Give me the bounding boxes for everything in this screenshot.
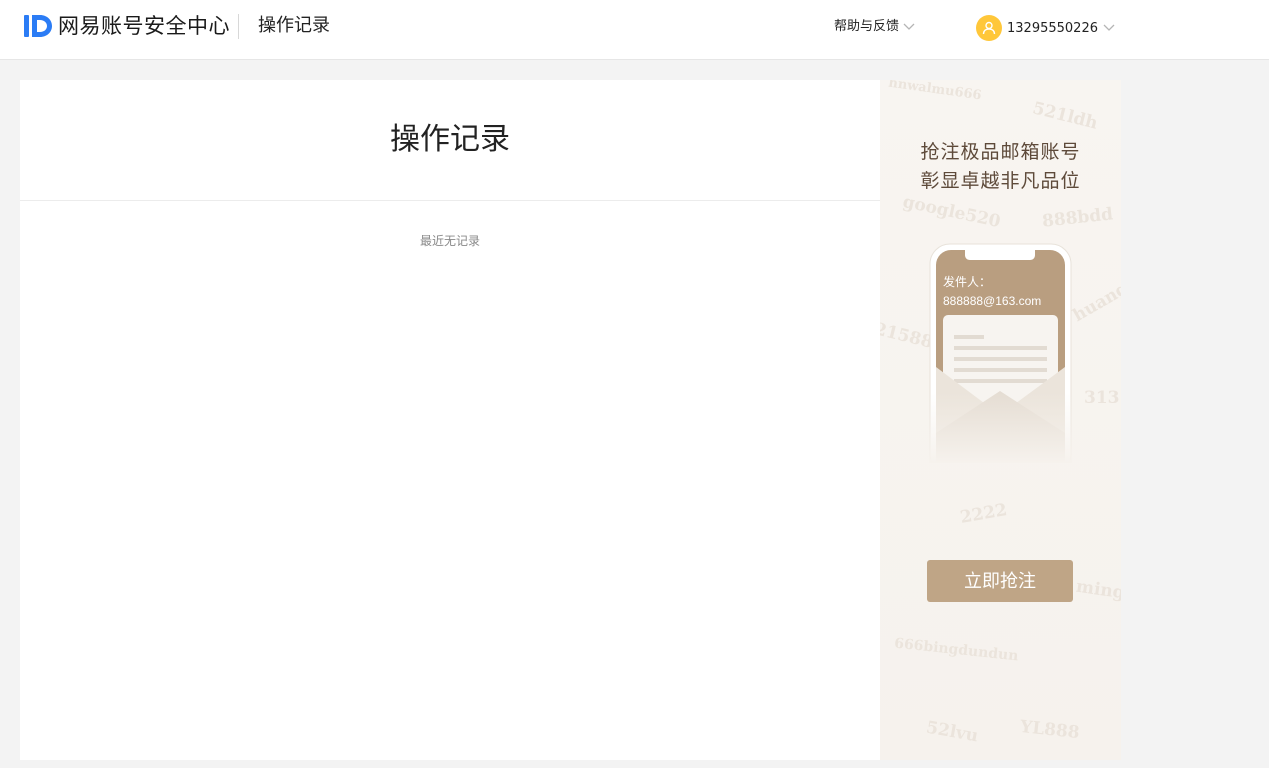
watermark-text: 52lvu [924,717,980,747]
watermark-text: huangs [1069,273,1121,327]
help-feedback-label: 帮助与反馈 [834,19,900,34]
watermark-text: 521ldh [1030,98,1100,134]
card-divider [20,200,880,201]
chevron-down-icon [1103,24,1115,31]
empty-state-text: 最近无记录 [419,234,480,248]
watermark-text: ming [1074,576,1121,604]
user-icon [982,21,996,35]
ad-slogan-line: 抢注极品邮箱账号 [920,141,1081,163]
top-header: 网易账号安全中心 操作记录 帮助与反馈 13295550226 [0,0,1269,60]
phone-mail-illustration: 发件人： 888888@163.com [929,243,1072,480]
watermark-text: 666bingdundun [893,635,1020,665]
sender-email: 888888@163.com [943,294,1042,308]
watermark-text: 31314 [1084,388,1121,408]
page-subtitle: 操作记录 [258,15,330,36]
watermark-text: google520 [901,191,1003,233]
mailbox-ad-banner[interactable]: hnwalmu666 521ldh google520 888bdd 21588… [880,80,1121,760]
ad-slogan-line: 彰显卓越非凡品位 [920,170,1081,192]
operation-log-card: 操作记录 最近无记录 [20,80,880,760]
chevron-down-icon [903,23,915,30]
watermark-text: 888bdd [1041,204,1115,232]
sender-label: 发件人： [943,275,992,289]
watermark-text: 2222 [958,500,1009,528]
brand-title[interactable]: 网易账号安全中心 [58,12,230,40]
id-logo-icon[interactable] [24,12,54,40]
help-feedback-menu[interactable]: 帮助与反馈 [834,17,915,37]
avatar [976,15,1002,41]
watermark-text: hnwalmu666 [887,80,983,104]
ad-slogan: 抢注极品邮箱账号 彰显卓越非凡品位 [880,138,1121,196]
card-title: 操作记录 [390,122,510,157]
user-menu[interactable]: 13295550226 [976,15,1115,41]
watermark-text: YL888 [1019,716,1081,744]
register-now-button[interactable]: 立即抢注 [927,560,1073,602]
header-divider [238,14,239,39]
user-phone: 13295550226 [1007,20,1098,36]
watermark-text: 21588 [880,319,935,353]
